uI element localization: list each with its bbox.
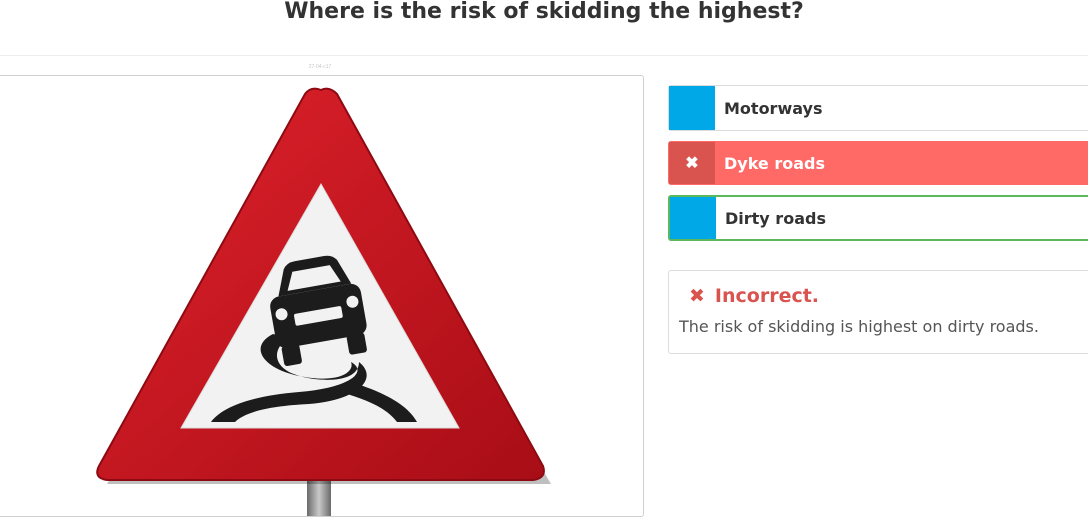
feedback-explanation: The risk of skidding is highest on dirty…	[679, 317, 1039, 336]
answer-dirty-roads[interactable]: Dirty roads	[668, 195, 1088, 241]
quiz-page: Where is the risk of skidding the highes…	[0, 0, 1088, 528]
answer-marker	[670, 197, 716, 239]
feedback-panel: ✖ Incorrect. The risk of skidding is hig…	[668, 270, 1088, 354]
question-header: Where is the risk of skidding the highes…	[0, 0, 1088, 56]
feedback-title: Incorrect.	[714, 285, 820, 307]
answer-label: Dirty roads	[725, 208, 826, 228]
image-id-label: 27-04-c17	[308, 64, 332, 70]
answer-label: Dyke roads	[724, 153, 825, 173]
question-image	[0, 75, 644, 517]
answer-list: Motorways ✖ Dyke roads Dirty roads	[668, 85, 1088, 251]
answer-dyke-roads[interactable]: ✖ Dyke roads	[668, 141, 1088, 185]
answer-motorways[interactable]: Motorways	[668, 85, 1088, 131]
wrong-x-icon: ✖	[669, 142, 715, 184]
question-title: Where is the risk of skidding the highes…	[284, 0, 804, 24]
incorrect-x-icon: ✖	[689, 285, 705, 307]
answer-label: Motorways	[724, 98, 823, 118]
answer-marker	[669, 86, 715, 130]
feedback-title-row: ✖ Incorrect.	[679, 285, 1087, 307]
slippery-road-sign-icon	[96, 87, 551, 516]
